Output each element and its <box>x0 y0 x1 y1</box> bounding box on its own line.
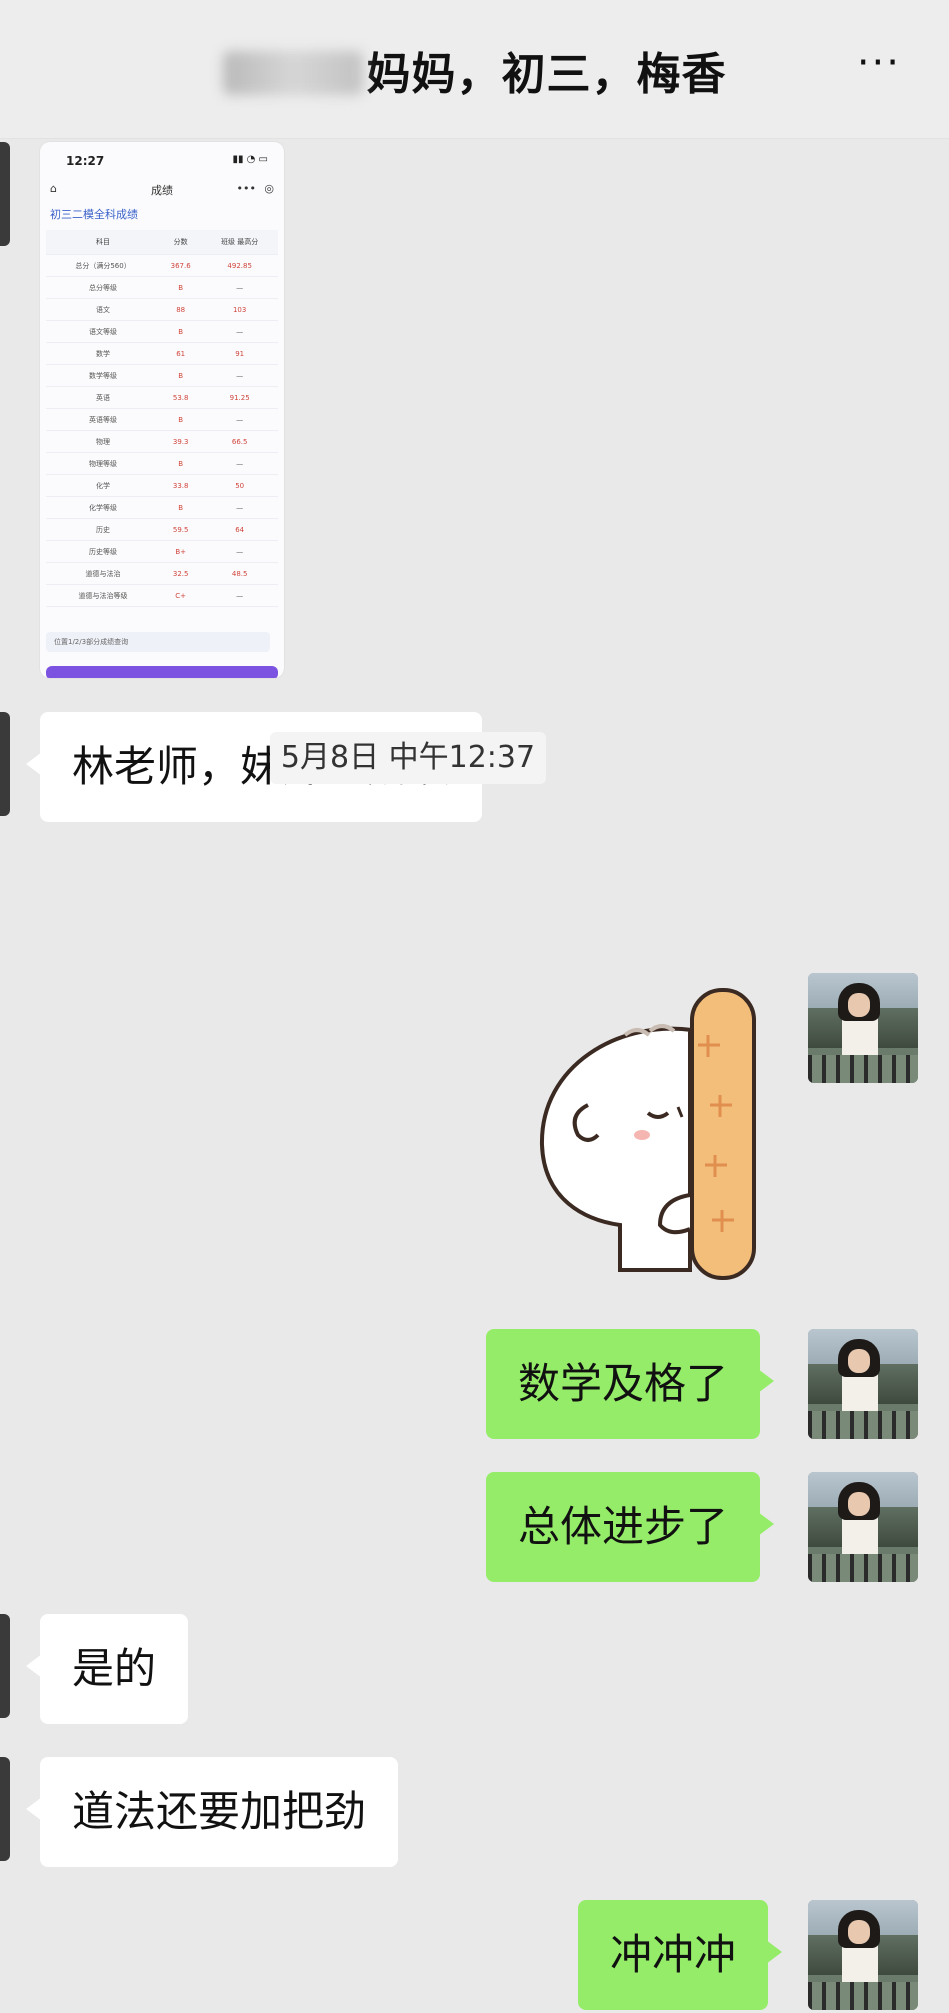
cell: 数学 <box>46 342 161 365</box>
cell: 88 <box>160 298 202 321</box>
cell: B <box>160 452 202 475</box>
cell: 367.6 <box>160 254 202 277</box>
cell: 61 <box>160 342 202 365</box>
score-table: 科目 分数 班级 最高分 总分（满分560） 367.6 492.85 总分等级 B —… <box>46 230 278 607</box>
table-row: 道德与法治等级 C+ — <box>46 584 278 607</box>
cell: 英语等级 <box>46 408 161 431</box>
cell: B <box>160 408 202 431</box>
col-header: 班级 最高分 <box>201 230 278 255</box>
cell: 英语 <box>46 386 161 409</box>
chat-title[interactable]: 妈妈，初三，梅香 <box>0 38 949 102</box>
cell: — <box>201 452 278 475</box>
table-row: 数学等级 B — <box>46 364 278 387</box>
cell: 物理 <box>46 430 161 453</box>
message-bubble[interactable]: 是的 <box>25 1614 189 1724</box>
col-header: 分数 <box>160 230 202 255</box>
message-bubble[interactable]: 冲冲冲 <box>578 1900 783 2010</box>
cell: 66.5 <box>201 430 278 453</box>
table-row: 化学等级 B — <box>46 496 278 519</box>
table-row: 总分等级 B — <box>46 276 278 299</box>
message-bubble[interactable]: 道法还要加把劲 <box>25 1757 399 1867</box>
avatar[interactable] <box>808 1900 918 2010</box>
cell: 语文 <box>46 298 161 321</box>
table-row: 历史等级 B+ — <box>46 540 278 563</box>
table-row: 语文等级 B — <box>46 320 278 343</box>
cell: 道德与法治等级 <box>46 584 161 607</box>
cell: 50 <box>201 474 278 497</box>
cell: 数学等级 <box>46 364 161 387</box>
message-bubble[interactable]: 总体进步了 <box>486 1472 775 1582</box>
avatar[interactable] <box>808 1472 918 1582</box>
table-row: 化学 33.8 50 <box>46 474 278 497</box>
avatar[interactable] <box>0 1614 10 1718</box>
cell: 32.5 <box>160 562 202 585</box>
image-message[interactable]: 12:27 ▮▮ ◔ ▭ ⌂ 成绩 ••• ◎ 初三二模全科成绩 科目 分数 班… <box>40 142 284 678</box>
cell: 历史 <box>46 518 161 541</box>
avatar[interactable] <box>0 1757 10 1861</box>
sticker-message[interactable] <box>530 985 780 1285</box>
timestamp: 5月8日 中午12:37 <box>270 732 546 784</box>
cell: — <box>201 276 278 299</box>
thumb-nav: ⌂ 成绩 ••• ◎ <box>50 182 274 202</box>
cell: 物理等级 <box>46 452 161 475</box>
cell: — <box>201 364 278 387</box>
thumb-footer: 位置1/2/3部分成绩查询 <box>46 632 270 652</box>
table-row: 英语 53.8 91.25 <box>46 386 278 409</box>
table-row: 总分（满分560） 367.6 492.85 <box>46 254 278 277</box>
cell: B <box>160 320 202 343</box>
cell: — <box>201 320 278 343</box>
chat-header: 妈妈，初三，梅香 ··· <box>0 0 949 139</box>
col-header: 科目 <box>46 230 161 255</box>
table-row: 物理 39.3 66.5 <box>46 430 278 453</box>
cell: — <box>201 540 278 563</box>
cell: 历史等级 <box>46 540 161 563</box>
avatar[interactable] <box>0 712 10 816</box>
cell: — <box>201 496 278 519</box>
table-row: 道德与法治 32.5 48.5 <box>46 562 278 585</box>
avatar[interactable] <box>808 1329 918 1439</box>
cell: 33.8 <box>160 474 202 497</box>
cell: C+ <box>160 584 202 607</box>
cell: 化学等级 <box>46 496 161 519</box>
table-row: 语文 88 103 <box>46 298 278 321</box>
cell: — <box>201 408 278 431</box>
table-row: 历史 59.5 64 <box>46 518 278 541</box>
cell: 103 <box>201 298 278 321</box>
avatar[interactable] <box>0 142 10 246</box>
thumb-action-bar <box>46 666 278 678</box>
cell: 48.5 <box>201 562 278 585</box>
cell: 492.85 <box>201 254 278 277</box>
table-row: 数学 61 91 <box>46 342 278 365</box>
cell: 总分（满分560） <box>46 254 161 277</box>
more-options-icon[interactable]: ··· <box>857 40 901 86</box>
cell: 91.25 <box>201 386 278 409</box>
cell: 91 <box>201 342 278 365</box>
message-bubble[interactable]: 数学及格了 <box>486 1329 775 1439</box>
cell: 语文等级 <box>46 320 161 343</box>
thumb-subtitle: 初三二模全科成绩 <box>50 208 138 221</box>
cell: 化学 <box>46 474 161 497</box>
cell: 道德与法治 <box>46 562 161 585</box>
cell: B <box>160 276 202 299</box>
cell: 53.8 <box>160 386 202 409</box>
table-row: 物理等级 B — <box>46 452 278 475</box>
thumb-status-time: 12:27 <box>66 154 105 168</box>
chat-title-text: 妈妈，初三，梅香 <box>366 49 727 100</box>
cell: 59.5 <box>160 518 202 541</box>
cell: B <box>160 364 202 387</box>
cell: B <box>160 496 202 519</box>
cell: 39.3 <box>160 430 202 453</box>
cell: 64 <box>201 518 278 541</box>
more-icon: ••• <box>236 182 256 195</box>
cell: — <box>201 584 278 607</box>
cell: B+ <box>160 540 202 563</box>
cell: 总分等级 <box>46 276 161 299</box>
avatar[interactable] <box>808 973 918 1083</box>
thumb-status-icons: ▮▮ ◔ ▭ <box>232 154 268 165</box>
blurred-name <box>222 51 363 95</box>
target-icon: ◎ <box>264 182 274 195</box>
table-row: 英语等级 B — <box>46 408 278 431</box>
